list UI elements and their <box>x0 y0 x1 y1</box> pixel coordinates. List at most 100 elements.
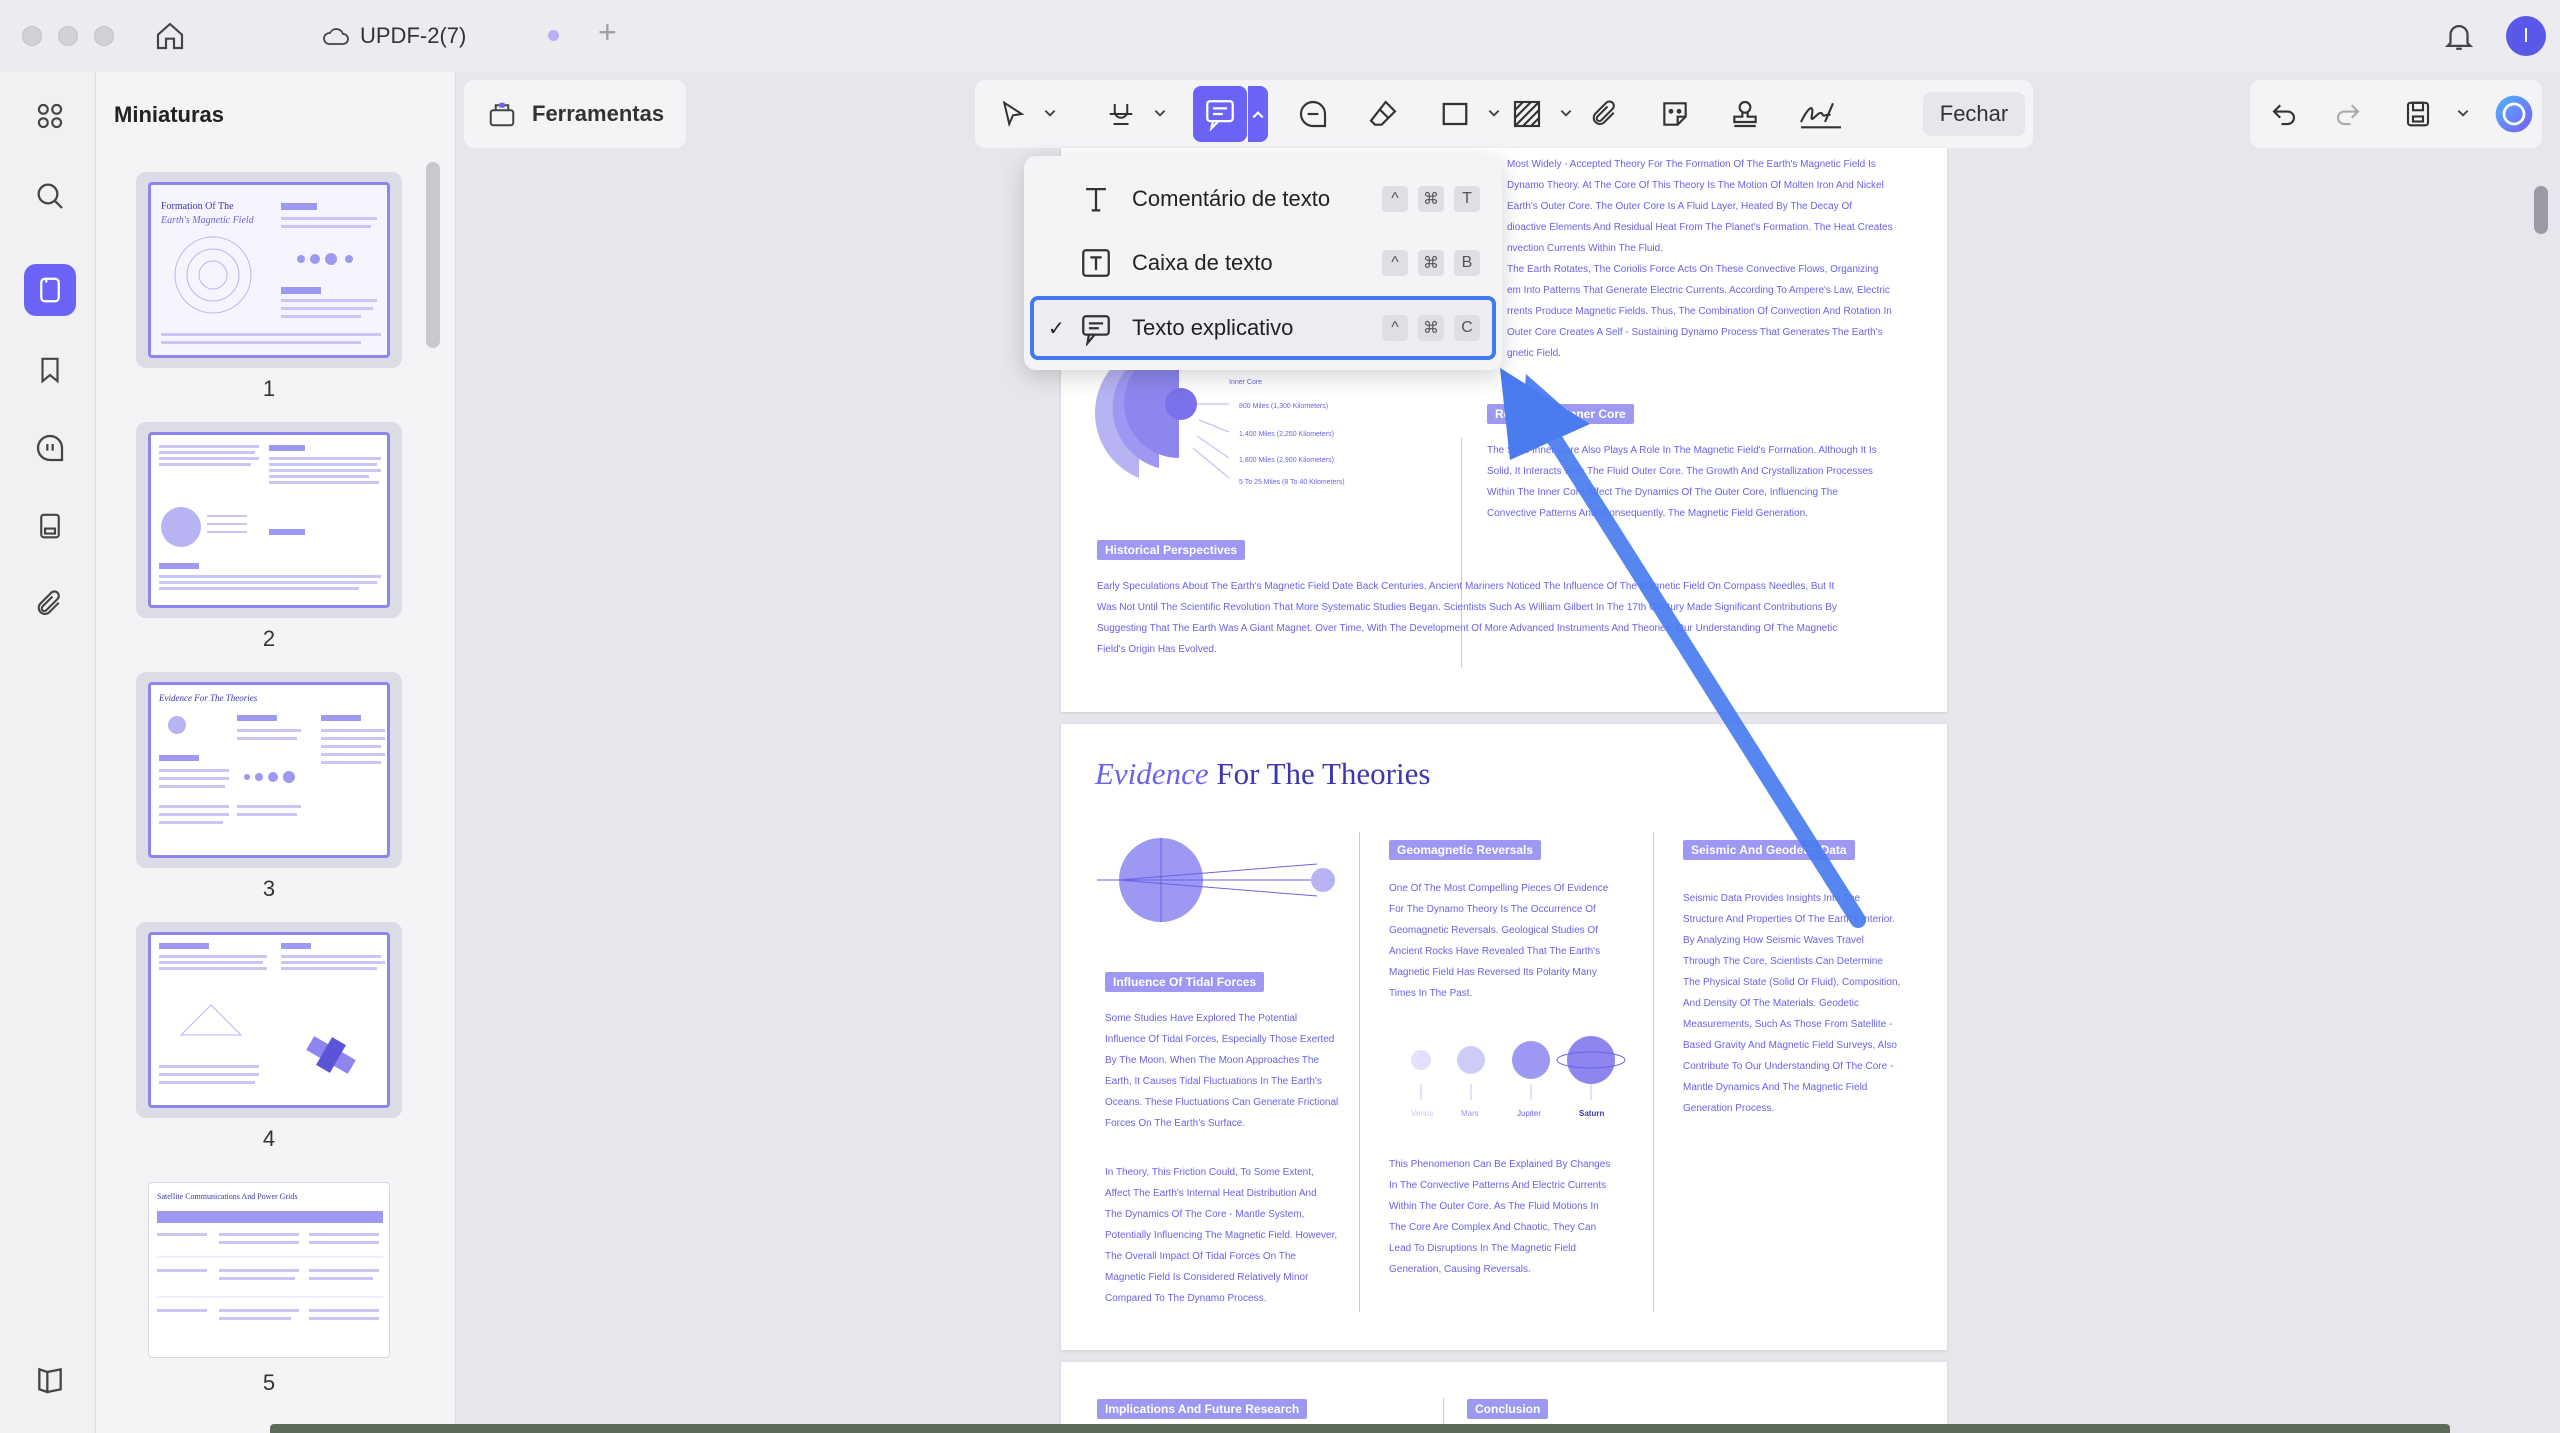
bell-icon <box>2444 25 2474 50</box>
undo-button[interactable] <box>2264 94 2304 134</box>
select-tool-button[interactable] <box>993 94 1033 134</box>
signature-icon <box>1800 102 1841 129</box>
speech-bubble-icon <box>1299 100 1327 128</box>
menu-item-callout[interactable]: ✓ Texto explicativo ^ ⌘ C <box>1030 296 1496 360</box>
thumbnails-button[interactable] <box>24 264 76 316</box>
forms-button[interactable] <box>24 500 76 552</box>
text-comment-dropdown-toggle[interactable] <box>1248 86 1268 142</box>
page3-heading: Evidence For The Theories <box>1095 756 1431 791</box>
annotation-toolbar: Fechar <box>975 80 2033 148</box>
thumbnail-page-5[interactable]: Satellite Communications And Power Grids <box>136 1172 402 1368</box>
tidal-paragraph-2: In Theory, This Friction Could, To Some … <box>1105 1167 1338 1304</box>
home-button[interactable] <box>150 18 190 54</box>
thumbnail-page-4[interactable] <box>136 922 402 1118</box>
home-icon <box>156 22 184 50</box>
menu-item-label: Comentário de texto <box>1132 186 1331 211</box>
tools-button[interactable]: Ferramentas <box>464 80 686 148</box>
new-tab-button[interactable]: + <box>598 14 617 51</box>
document-tab[interactable]: UPDF-2(7) <box>322 18 466 54</box>
hatched-area-icon <box>1513 100 1541 128</box>
text-comment-tool-button[interactable] <box>1193 86 1247 142</box>
strikethrough-tool-button[interactable] <box>1101 94 1141 134</box>
text-t-icon <box>1086 187 1106 212</box>
chevron-down-icon[interactable] <box>1559 106 1573 120</box>
layers-icon <box>38 1367 62 1394</box>
document-scrollbar[interactable] <box>2534 186 2548 234</box>
text-box-icon <box>1082 249 1110 277</box>
callout-arrow <box>1500 368 1866 928</box>
tools-label: Ferramentas <box>532 101 665 126</box>
chevron-down-icon[interactable] <box>1043 106 1057 120</box>
grid-icon <box>37 103 63 129</box>
cloud-icon <box>323 28 349 45</box>
undo-icon <box>2272 104 2296 126</box>
thumbnail-page-1[interactable]: Formation Of The Earth's Magnetic Field <box>136 172 402 368</box>
area-highlight-tool-button[interactable] <box>1507 94 1547 134</box>
stamp-icon <box>1733 100 1757 128</box>
shortcut-key: ⌘ <box>1418 250 1444 276</box>
bookmark-icon <box>41 357 59 384</box>
sticker-icon <box>1663 102 1687 126</box>
chevron-down-icon[interactable] <box>1153 106 1167 120</box>
thumbnail-2-preview <box>159 445 381 590</box>
thumbnail-3-title: Evidence For The Theories <box>158 693 258 703</box>
comments-button[interactable] <box>24 422 76 474</box>
tidal-forces-heading: Influence Of Tidal Forces <box>1105 972 1265 992</box>
attach-file-tool-button[interactable] <box>1585 94 1625 134</box>
chevron-down-icon[interactable] <box>2456 106 2470 120</box>
thumbnails-scrollbar[interactable] <box>426 162 440 348</box>
ai-assistant-icon <box>2495 95 2533 133</box>
diagram-label-3: 1,800 Miles (2,900 Kilometers) <box>1239 457 1334 464</box>
thumbnails-title: Miniaturas <box>114 102 225 127</box>
strikethrough-icon <box>1109 104 1133 125</box>
stamp-tool-button[interactable] <box>1725 94 1765 134</box>
diagram-label-inner-core: Inner Core <box>1229 379 1262 386</box>
diagram-label-2: 1,400 Miles (2,250 Kilometers) <box>1239 431 1334 438</box>
shape-tool-button[interactable] <box>1435 94 1475 134</box>
close-window-button[interactable] <box>22 26 42 46</box>
save-button[interactable] <box>2398 94 2438 134</box>
attachments-button[interactable] <box>24 578 76 630</box>
search-icon <box>37 183 63 209</box>
planet-label-mars: Mars <box>1461 1109 1479 1118</box>
shortcut-key: ^ <box>1382 186 1408 212</box>
form-icon <box>40 513 60 539</box>
paperclip-icon <box>1592 100 1615 125</box>
maximize-window-button[interactable] <box>94 26 114 46</box>
conclusion-heading: Conclusion <box>1467 1399 1549 1419</box>
sticker-tool-button[interactable] <box>1655 94 1695 134</box>
title-bar: UPDF-2(7) + I <box>0 0 2560 72</box>
chevron-down-icon[interactable] <box>1487 106 1501 120</box>
layers-button[interactable] <box>24 1354 76 1406</box>
paperclip-icon <box>37 590 60 616</box>
eraser-icon <box>1369 100 1397 126</box>
historical-perspectives-heading: Historical Perspectives <box>1097 540 1246 560</box>
planet-label-venus: Venus <box>1411 1109 1433 1118</box>
thumbnail-page-3[interactable]: Evidence For The Theories <box>136 672 402 868</box>
shortcut-key: T <box>1454 186 1480 212</box>
signature-tool-button[interactable] <box>1795 94 1847 134</box>
minimize-window-button[interactable] <box>58 26 78 46</box>
avatar[interactable]: I <box>2506 16 2546 56</box>
ai-assistant-button[interactable] <box>2494 94 2534 134</box>
rectangle-icon <box>1442 102 1468 126</box>
thumbnail-5-preview: Satellite Communications And Power Grids <box>157 1192 383 1320</box>
menu-item-text-comment[interactable]: Comentário de texto ^ ⌘ T <box>1030 170 1496 228</box>
unsaved-dot <box>548 30 559 41</box>
notifications-button[interactable] <box>2442 18 2476 59</box>
eraser-tool-button[interactable] <box>1363 94 1403 134</box>
bookmarks-button[interactable] <box>24 344 76 396</box>
apps-button[interactable] <box>24 90 76 142</box>
menu-item-text-box[interactable]: Caixa de texto ^ ⌘ B <box>1030 234 1496 292</box>
planets-diagram: Venus Mars Jupiter Saturn <box>1411 1036 1626 1118</box>
toolbox-icon <box>489 102 515 127</box>
thumbnail-page-2[interactable] <box>136 422 402 618</box>
search-button[interactable] <box>24 170 76 222</box>
redo-button[interactable] <box>2328 94 2368 134</box>
page2-dynamo-paragraph: Most Widely - Accepted Theory For The Fo… <box>1507 159 1893 359</box>
shortcut-key: ^ <box>1382 250 1408 276</box>
close-annotation-button[interactable]: Fechar <box>1923 92 2025 136</box>
sticky-note-tool-button[interactable] <box>1293 94 1333 134</box>
right-toolbar <box>2250 80 2542 148</box>
menu-item-label: Texto explicativo <box>1132 315 1294 340</box>
